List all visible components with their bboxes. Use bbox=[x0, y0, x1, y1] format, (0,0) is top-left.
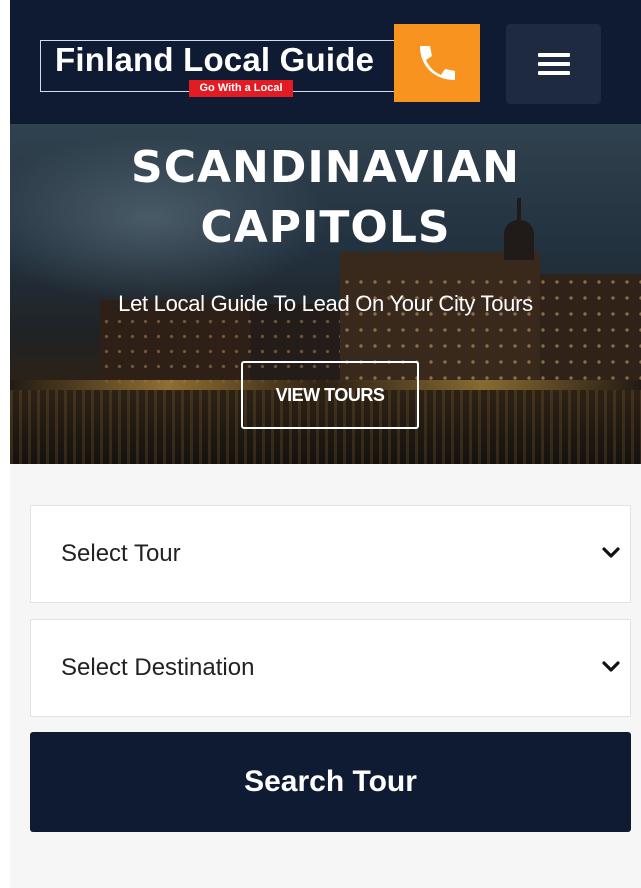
call-button[interactable] bbox=[394, 24, 480, 102]
destination-select[interactable]: Select Destination bbox=[30, 619, 631, 717]
site-logo[interactable]: Finland Local Guide Go With a Local bbox=[40, 40, 442, 97]
phone-icon bbox=[420, 46, 455, 80]
menu-toggle-button[interactable] bbox=[506, 24, 601, 104]
site-header: Finland Local Guide Go With a Local bbox=[10, 0, 641, 124]
hero-banner: SCANDINAVIAN CAPITOLS Let Local Guide To… bbox=[10, 124, 641, 464]
chevron-down-icon bbox=[602, 661, 620, 672]
tour-select-value: Select Tour bbox=[61, 540, 181, 567]
destination-select-value: Select Destination bbox=[61, 654, 255, 681]
hero-subtitle: Let Local Guide To Lead On Your City Tou… bbox=[118, 291, 533, 316]
hero-title: SCANDINAVIAN CAPITOLS bbox=[10, 138, 641, 258]
logo-text: Finland Local Guide bbox=[55, 41, 375, 78]
chevron-down-icon bbox=[602, 547, 620, 558]
hero-title-line-1: SCANDINAVIAN bbox=[131, 142, 520, 193]
tour-select[interactable]: Select Tour bbox=[30, 505, 631, 603]
view-tours-button[interactable]: VIEW TOURS bbox=[241, 361, 419, 429]
page: Finland Local Guide Go With a Local SCAN… bbox=[10, 0, 641, 888]
logo-tagline: Go With a Local bbox=[189, 80, 293, 97]
search-tour-button[interactable]: Search Tour bbox=[30, 732, 631, 832]
hero-title-line-2: CAPITOLS bbox=[200, 202, 451, 253]
